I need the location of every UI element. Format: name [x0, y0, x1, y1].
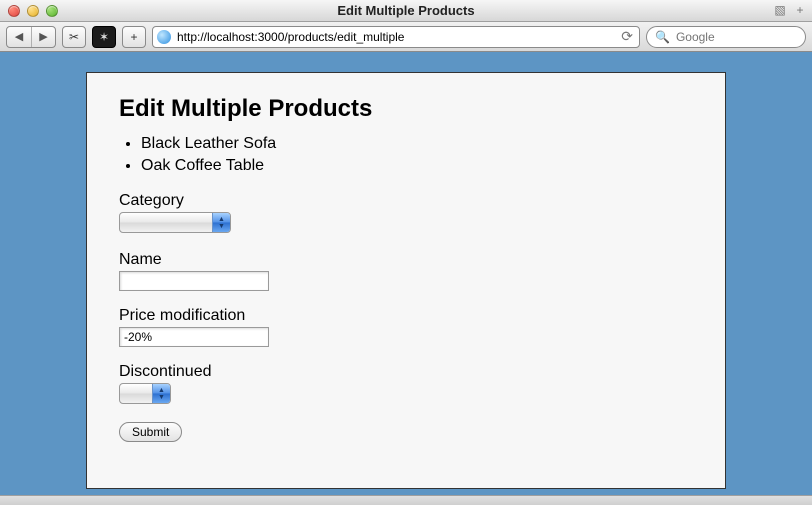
price-modification-input[interactable] — [119, 327, 269, 347]
page-content: Edit Multiple Products Black Leather Sof… — [86, 72, 726, 489]
toolbar-toggle-button[interactable]: ▧ — [772, 2, 788, 18]
evernote-icon[interactable]: ✶ — [92, 26, 116, 48]
add-bookmark-button[interactable]: + — [122, 26, 146, 48]
minimize-window-button[interactable] — [27, 5, 39, 17]
category-select[interactable]: ▲▼ — [119, 212, 231, 233]
new-tab-button[interactable]: + — [792, 2, 808, 18]
traffic-lights — [0, 5, 58, 17]
reload-button[interactable]: ⟳ — [619, 28, 635, 45]
name-input[interactable] — [119, 271, 269, 291]
chevron-updown-icon: ▲▼ — [212, 213, 230, 232]
search-input[interactable] — [674, 29, 812, 45]
window-titlebar: Edit Multiple Products ▧ + — [0, 0, 812, 22]
address-bar[interactable]: ⟳ — [152, 26, 640, 48]
nav-buttons: ◀ ▶ — [6, 26, 56, 48]
forward-button[interactable]: ▶ — [31, 27, 55, 47]
category-label: Category — [119, 192, 693, 210]
product-list: Black Leather Sofa Oak Coffee Table — [141, 133, 693, 176]
list-item: Oak Coffee Table — [141, 155, 693, 177]
close-window-button[interactable] — [8, 5, 20, 17]
page-heading: Edit Multiple Products — [119, 95, 693, 123]
discontinued-select-value — [120, 384, 152, 403]
list-item: Black Leather Sofa — [141, 133, 693, 155]
price-modification-label: Price modification — [119, 307, 693, 325]
search-icon: 🔍 — [655, 30, 670, 44]
site-favicon-icon — [157, 30, 171, 44]
window-footer — [0, 495, 812, 505]
submit-button[interactable]: Submit — [119, 422, 182, 442]
window-title: Edit Multiple Products — [0, 3, 812, 18]
browser-viewport: Edit Multiple Products Black Leather Sof… — [0, 52, 812, 495]
category-select-value — [120, 213, 212, 232]
scissors-icon[interactable]: ✂ — [62, 26, 86, 48]
url-input[interactable] — [175, 29, 615, 45]
zoom-window-button[interactable] — [46, 5, 58, 17]
name-label: Name — [119, 251, 693, 269]
discontinued-label: Discontinued — [119, 363, 693, 381]
search-field[interactable]: 🔍 — [646, 26, 806, 48]
back-button[interactable]: ◀ — [7, 27, 31, 47]
discontinued-select[interactable]: ▲▼ — [119, 383, 171, 404]
chevron-updown-icon: ▲▼ — [152, 384, 170, 403]
browser-toolbar: ◀ ▶ ✂ ✶ + ⟳ 🔍 — [0, 22, 812, 52]
